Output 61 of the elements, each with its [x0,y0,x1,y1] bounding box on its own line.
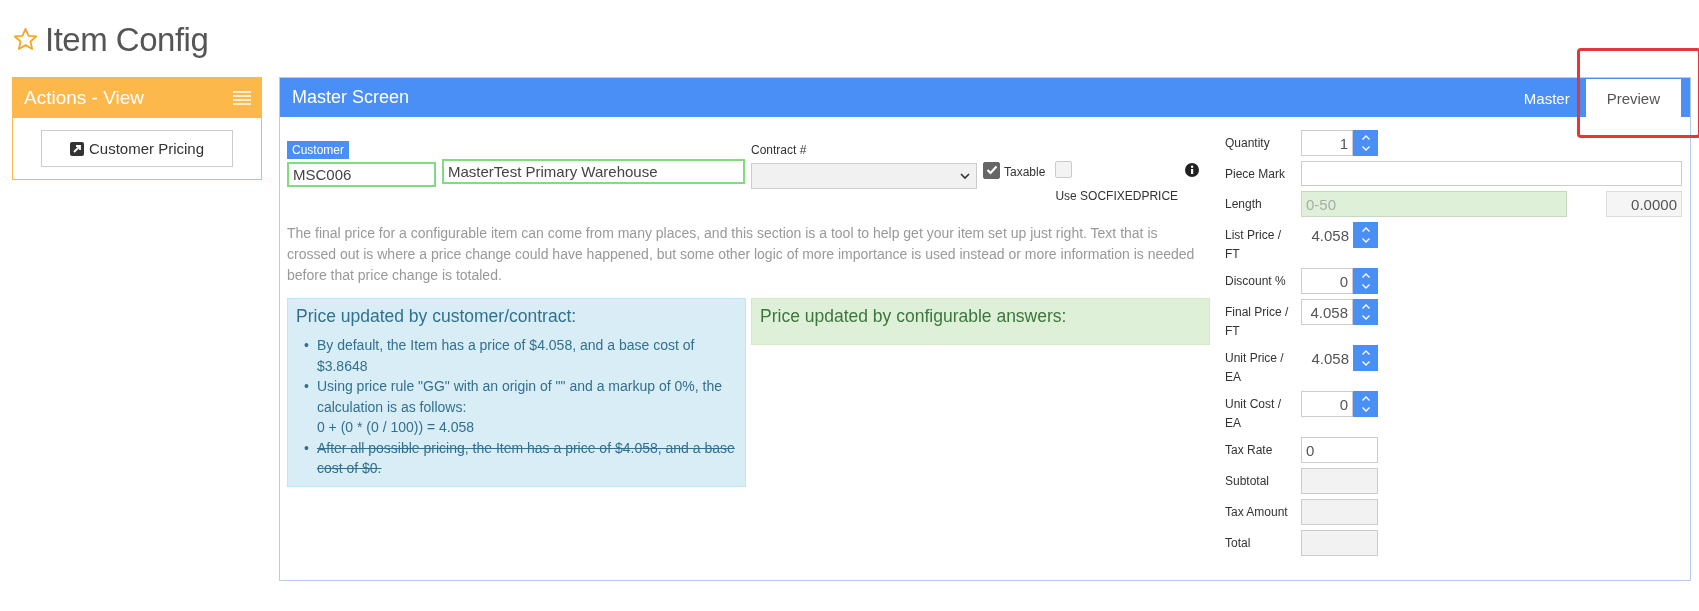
field-label: Tax Amount [1225,504,1289,521]
spinner-button[interactable] [1353,345,1378,371]
piece-mark-field[interactable] [1301,161,1682,186]
tax-rate-field[interactable]: 0 [1301,437,1378,463]
up-down-chevron-icon [1359,302,1372,322]
up-down-chevron-icon [1359,348,1372,368]
field-label: Tax Rate [1225,442,1274,459]
note-item: By default, the Item has a price of $4.058, and a base cost of $3.8648 [316,336,696,376]
spinner-button[interactable] [1353,222,1378,248]
field-label: Discount % [1225,273,1287,290]
spinner-button[interactable] [1353,268,1378,294]
number-field[interactable]: 4.058 [1301,299,1353,325]
field-label: Unit Cost / EA [1225,396,1282,432]
chevron-down-icon [960,172,970,180]
menu-icon[interactable] [233,91,251,105]
field-label: Piece Mark [1225,166,1287,183]
number-field[interactable]: 0 [1301,268,1353,294]
field-label: Unit Price / EA [1225,350,1285,386]
bullet: • [304,377,309,396]
fixed-price-checkbox[interactable] [1055,161,1073,178]
field-label: List Price / FT [1225,227,1282,263]
field-label: Length [1225,196,1263,213]
number-field[interactable]: 4.058 [1301,345,1353,371]
spinner-button[interactable] [1353,391,1378,417]
description-text: The final price for a configurable item can come from many places, and this section is a tool to help get your item set up just right. Text that is crossed out is where a price change could have happened, but some other logic of more importance is used instead or more information is needed before that price change is totaled. [287,224,1196,285]
field-label: Quantity [1225,135,1271,152]
field-label: Final Price / FT [1225,304,1290,340]
note-title: Price updated by configurable answers: [760,306,1068,327]
taxable-label: Taxable [1004,165,1046,179]
panel-title: Actions - View [24,87,145,109]
customer-label: Customer [287,141,349,159]
note-item: Using price rule "GG" with an origin of "" and a markup of 0%, the calculation is as follows: 0 + (0 * (0 / 100)) = 4.058 [316,377,723,437]
panel-title: Master Screen [291,87,410,108]
external-link-icon [69,141,84,156]
spinner-button[interactable] [1353,130,1378,156]
page-title: Item Config [45,20,209,59]
number-field[interactable]: 4.058 [1301,222,1353,248]
bullet: • [304,336,309,355]
up-down-chevron-icon [1359,271,1372,291]
tab[interactable]: Preview [1585,79,1681,117]
contract-dropdown[interactable] [751,163,977,189]
number-field[interactable]: 1 [1301,130,1353,156]
field-label: Total [1225,535,1252,552]
up-down-chevron-icon [1359,394,1372,414]
note-title: Price updated by customer/contract: [296,306,578,327]
bullet: • [304,438,309,458]
customer-name-field[interactable]: MasterTest Primary Warehouse [442,159,745,184]
contract-label: Contract # [751,143,808,157]
fixed-price-label: Use SOCFIXEDPRICE [1055,189,1179,203]
note-item: After all possible pricing, the Item has a price of $4.058, and a base cost of $0. [316,438,736,478]
up-down-chevron-icon [1359,225,1372,245]
spinner-button[interactable] [1353,299,1378,325]
customer-pricing-button[interactable]: Customer Pricing [41,130,233,167]
customer-code-field[interactable]: MSC006 [287,162,436,187]
info-icon[interactable] [1185,163,1200,177]
length-value: 0.0000 [1606,191,1682,217]
field-label: Subtotal [1225,473,1271,490]
number-field[interactable]: 0 [1301,391,1353,417]
taxable-checkbox[interactable] [983,161,1000,179]
up-down-chevron-icon [1359,133,1372,153]
star-icon [12,26,39,53]
